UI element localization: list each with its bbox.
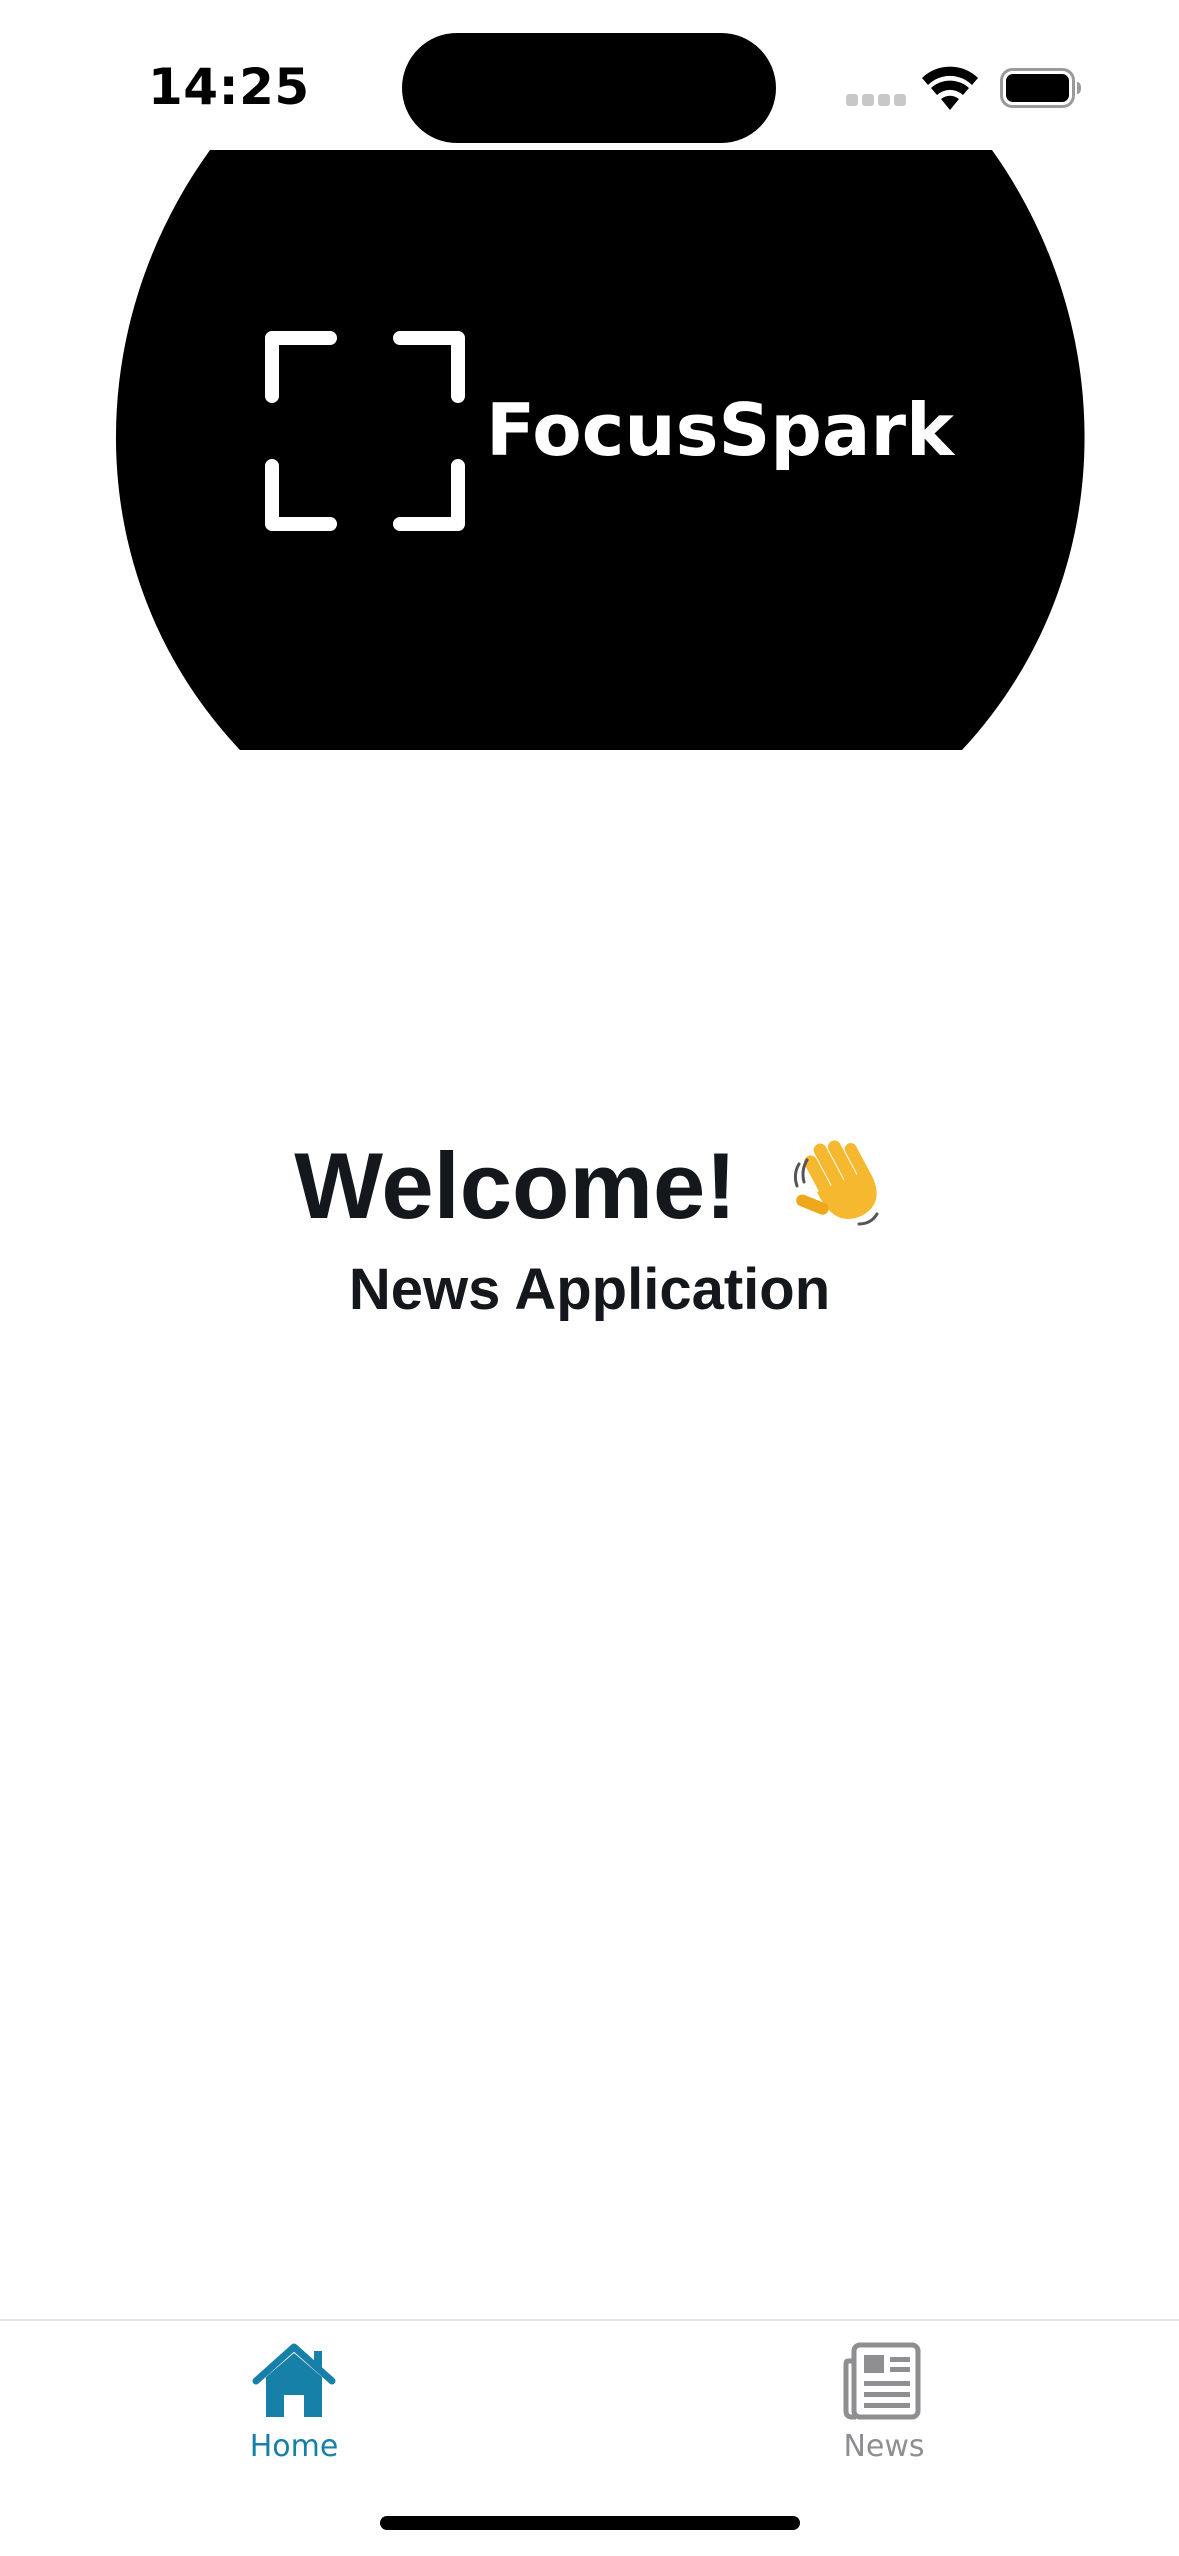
waving-hand-icon xyxy=(793,1140,879,1226)
app-subtitle: News Application xyxy=(348,1257,831,1322)
house-icon xyxy=(252,2343,336,2417)
app-name: FocusSpark xyxy=(486,388,954,472)
tab-news-label: News xyxy=(843,2429,925,2464)
tab-home[interactable]: Home xyxy=(144,2341,444,2491)
welcome-section: Welcome! News Application xyxy=(0,1120,1179,1330)
focus-frame-icon xyxy=(265,331,465,531)
tab-home-label: Home xyxy=(249,2429,339,2464)
tab-news[interactable]: News xyxy=(734,2341,1034,2491)
welcome-heading: Welcome! xyxy=(0,1120,1179,1252)
newspaper-icon xyxy=(843,2342,921,2420)
home-indicator[interactable] xyxy=(380,2516,800,2530)
welcome-title: Welcome! xyxy=(294,1133,737,1238)
